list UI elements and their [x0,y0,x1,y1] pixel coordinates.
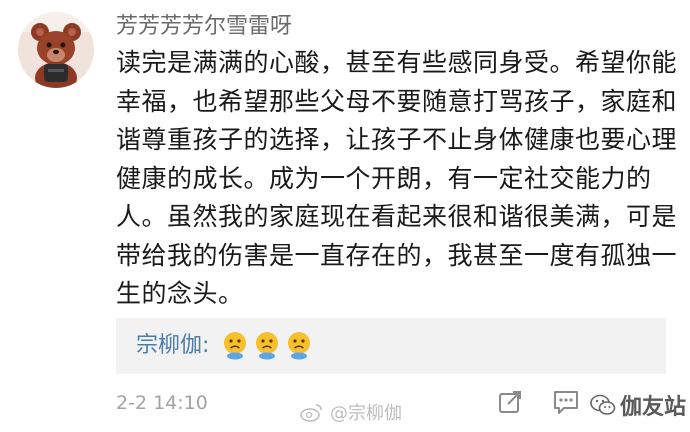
corner-watermark-text: 伽友站 [620,395,687,420]
reply-author[interactable]: 宗柳伽: [136,331,209,361]
comment-line: 幸福，也希望那些父母不要随意打骂孩子，家庭和 [116,86,678,116]
user-avatar[interactable] [18,12,94,88]
sad-face-icon [288,332,310,360]
share-icon[interactable] [496,388,524,416]
comment-icon[interactable] [552,388,580,416]
sad-face-icon [224,332,246,360]
weibo-watermark: @宗柳伽 [300,398,402,426]
comment-line: 健康的成长。成为一个开朗，有一定社交能力的 [116,163,652,193]
sad-face-icon [256,332,278,360]
comment-body: 读完是满满的心酸，甚至有些感同身受。希望你能 幸福，也希望那些父母不要随意打骂孩… [116,44,678,314]
corner-watermark: 伽友站 [590,388,686,422]
reply-box[interactable]: 宗柳伽: [116,318,666,374]
comment-line: 人。虽然我的家庭现在看起来很和谐很美满，可是 [116,202,678,231]
wechat-logo-icon [590,394,616,415]
comment-line: 谐尊重孩子的选择，让孩子不止身体健康也要心理 [116,125,678,154]
watermark-text: @宗柳伽 [330,403,402,424]
weibo-comment-card: 芳芳芳芳尔雪雷呀 读完是满满的心酸，甚至有些感同身受。希望你能 幸福，也希望那些… [0,0,690,432]
comment-line: 读完是满满的心酸，甚至有些感同身受。希望你能 [116,48,678,77]
comment-timestamp: 2-2 14:10 [116,392,208,414]
comment-line: 生的念头。 [116,279,244,308]
comment-line: 带给我的伤害是一直存在的，我甚至一度有孤独一 [116,240,678,270]
reply-emojis [222,330,312,360]
comment-username[interactable]: 芳芳芳芳尔雪雷呀 [116,12,292,42]
teddy-bear-avatar-icon [18,12,94,88]
weibo-logo-icon [300,404,322,422]
